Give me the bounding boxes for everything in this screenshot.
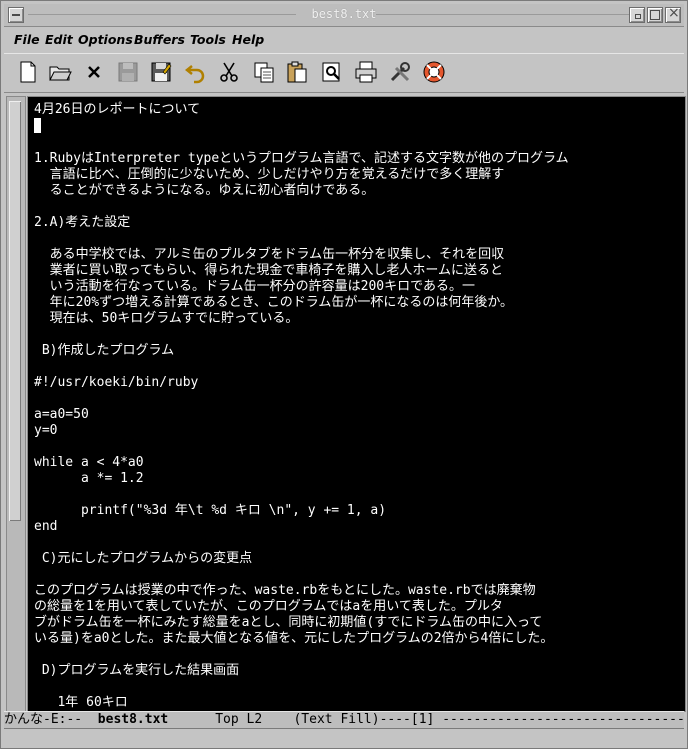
buffer-line: 現在は、50キログラムすでに貯っている。	[34, 311, 299, 326]
scrollbar-thumb[interactable]	[9, 101, 21, 521]
buffer-line: printf("%3d 年\t %d キロ \n", y += 1, a)	[34, 503, 387, 518]
buffer-line: end	[34, 519, 58, 534]
close-icon[interactable]	[82, 60, 106, 84]
close-window-button[interactable]	[665, 5, 681, 23]
title-bar[interactable]: best8.txt	[4, 4, 684, 27]
buffer-line: いう活動を行なっている。ドラム缶一杯分の許容量は200キロである。一	[34, 279, 475, 294]
vertical-scrollbar[interactable]	[6, 96, 26, 712]
modeline-buffer-name: best8.txt	[97, 712, 169, 727]
new-file-icon[interactable]	[16, 60, 40, 84]
buffer-line: #!/usr/koeki/bin/ruby	[34, 375, 199, 390]
buffer-line: の総量を1を用いて表していたが、このプログラムではaを用いて表した。プルタ	[34, 599, 503, 614]
modeline-tail: [1] -------------------------------	[410, 712, 685, 727]
minimize-button[interactable]	[629, 7, 645, 23]
print-icon[interactable]	[354, 60, 378, 84]
buffer-line: このプログラムは授業の中で作った、waste.rbをもとにした。waste.rb…	[34, 583, 536, 598]
modeline-prefix: かんな-E:--	[4, 712, 98, 727]
buffer-line: y=0	[34, 423, 58, 438]
buffer-text[interactable]: 4月26日のレポートについて 1.RubyはInterpreter typeとい…	[34, 102, 569, 711]
menu-options[interactable]: Options	[78, 32, 133, 47]
maximize-button[interactable]	[647, 7, 663, 23]
buffer-line: 年に20%ずつ増える計算であるとき、このドラム缶が一杯になるのは何年後か。	[34, 295, 514, 310]
buffer-line: 1.RubyはInterpreter typeというプログラム言語で、記述する文…	[34, 151, 569, 166]
undo-icon[interactable]	[184, 60, 208, 84]
search-icon[interactable]	[320, 60, 344, 84]
buffer-line: 2.A)考えた設定	[34, 215, 131, 230]
help-icon[interactable]	[422, 60, 446, 84]
buffer-line: D)プログラムを実行した結果画面	[34, 663, 240, 678]
save-as-icon[interactable]	[149, 60, 173, 84]
cut-icon[interactable]	[217, 60, 241, 84]
buffer-line: 1年 60キロ	[34, 695, 128, 710]
buffer-line: a=a0=50	[34, 407, 89, 422]
save-icon[interactable]	[116, 60, 140, 84]
text-editor-area[interactable]: 4月26日のレポートについて 1.RubyはInterpreter typeとい…	[27, 96, 686, 712]
buffer-line: while a < 4*a0	[34, 455, 144, 470]
menu-file[interactable]: File	[14, 32, 40, 47]
buffer-line: 言語に比べ、圧倒的に少ないため、少しだけやり方を覚えるだけで多く理解す	[34, 167, 505, 182]
menu-buffers[interactable]: Buffers	[134, 32, 185, 47]
emacs-window: best8.txt File Edit Options Buffers Tool…	[0, 0, 688, 749]
toolbar	[4, 53, 684, 93]
buffer-line: C)元にしたプログラムからの変更点	[34, 551, 253, 566]
mode-line[interactable]: かんな-E:-- best8.txt Top L2 (Text Fill)---…	[4, 711, 685, 729]
buffer-line: 4月26日のレポートについて	[34, 102, 201, 117]
open-folder-icon[interactable]	[48, 60, 72, 84]
buffer-line: ることができるようになる。ゆえに初心者向けである。	[34, 183, 375, 198]
text-cursor	[34, 118, 41, 133]
minibuffer[interactable]	[4, 729, 684, 745]
buffer-line: いる量)をa0とした。また最大値となる値を、元にしたプログラムの2倍から4倍にし…	[34, 631, 554, 646]
buffer-line: a *= 1.2	[34, 471, 144, 486]
paste-icon[interactable]	[285, 60, 309, 84]
menu-edit[interactable]: Edit	[45, 32, 73, 47]
buffer-line: B)作成したプログラム	[34, 343, 175, 358]
title-bar-groove-right	[376, 14, 642, 15]
copy-icon[interactable]	[252, 60, 276, 84]
menu-help[interactable]: Help	[232, 32, 264, 47]
modeline-position: Top L2	[168, 712, 294, 727]
buffer-line: ある中学校では、アルミ缶のプルタブをドラム缶一杯分を収集し、それを回収	[34, 247, 505, 262]
modeline-mode: (Text Fill)----	[293, 712, 411, 727]
buffer-line: 業者に買い取ってもらい、得られた現金で車椅子を購入し老人ホームに送ると	[34, 263, 503, 278]
menu-bar: File Edit Options Buffers Tools Help	[4, 29, 684, 51]
menu-tools[interactable]: Tools	[190, 32, 226, 47]
tools-icon[interactable]	[388, 60, 412, 84]
buffer-line: ブがドラム缶を一杯にみたす総量をaとし、同時に初期値(すでにドラム缶の中に入って	[34, 615, 543, 630]
